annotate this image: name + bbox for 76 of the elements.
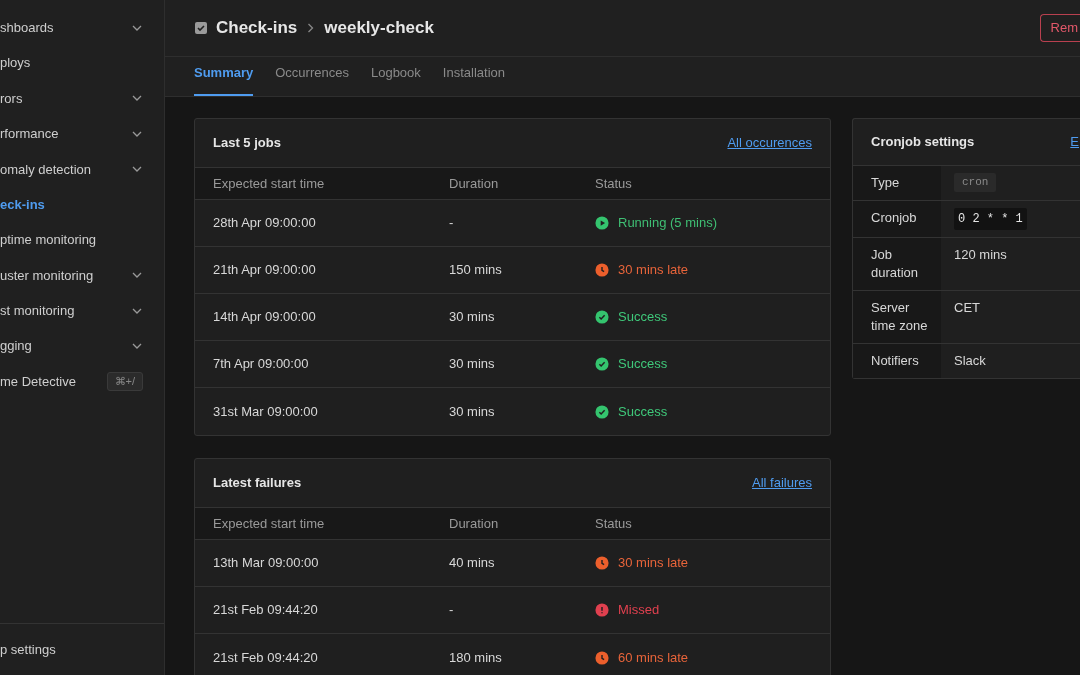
shortcut-key: ⌘+/ bbox=[106, 372, 143, 392]
sidebar-item[interactable]: p settings bbox=[0, 639, 56, 660]
status-text: 30 mins late bbox=[618, 554, 689, 573]
status-text: Running (5 mins) bbox=[618, 214, 717, 233]
status-text: Missed bbox=[618, 601, 660, 620]
row-label: Type bbox=[871, 174, 901, 192]
check-circle-icon bbox=[595, 404, 609, 419]
row-label: Cronjob bbox=[871, 209, 918, 227]
breadcrumb-link[interactable]: Check-ins bbox=[216, 15, 298, 41]
type-tag: cron bbox=[954, 173, 997, 192]
play-icon bbox=[595, 216, 609, 230]
table-cell-text: 30 mins bbox=[449, 308, 496, 327]
tab[interactable]: Summary bbox=[194, 62, 254, 96]
row-label: Server time zone bbox=[871, 299, 929, 335]
table-cell-text: 28th Apr 09:00:00 bbox=[213, 214, 317, 233]
page-title: weekly-check bbox=[324, 17, 434, 40]
remove-button[interactable]: Rem bbox=[1039, 14, 1080, 42]
card-title: Cronjob settings bbox=[871, 133, 975, 152]
checkbox-icon bbox=[195, 22, 207, 34]
status-text: 30 mins late bbox=[618, 261, 689, 280]
table-cell-text: 31st Mar 09:00:00 bbox=[213, 402, 319, 421]
sidebar-item[interactable]: rors bbox=[0, 88, 23, 109]
cron-expression: 0 2 * * 1 bbox=[954, 208, 1027, 230]
link[interactable]: All failures bbox=[752, 473, 812, 493]
table-cell-text: 13th Mar 09:00:00 bbox=[213, 554, 320, 573]
sidebar-item[interactable]: eck-ins bbox=[0, 194, 45, 215]
column-header: Status bbox=[595, 174, 633, 193]
column-header: Expected start time bbox=[213, 514, 326, 533]
table-cell-text: - bbox=[449, 214, 455, 233]
clock-icon bbox=[595, 263, 609, 277]
card-title: Last 5 jobs bbox=[213, 134, 281, 153]
alert-circle-icon bbox=[595, 603, 609, 617]
tab[interactable]: Installation bbox=[442, 62, 505, 96]
column-header: Status bbox=[595, 514, 633, 533]
sidebar-item[interactable]: shboards bbox=[0, 17, 54, 38]
tab[interactable]: Logbook bbox=[370, 62, 421, 96]
row-value: 120 mins bbox=[954, 246, 1007, 264]
row-value: Slack bbox=[954, 352, 986, 370]
card-title: Latest failures bbox=[213, 474, 302, 493]
status-text: Success bbox=[618, 402, 668, 421]
sidebar-item[interactable]: ploys bbox=[0, 53, 31, 73]
table-cell-text: 21th Apr 09:00:00 bbox=[213, 261, 317, 280]
column-header: Duration bbox=[449, 174, 500, 193]
sidebar-item[interactable]: ptime monitoring bbox=[0, 230, 97, 250]
check-circle-icon bbox=[595, 357, 609, 371]
table-cell-text: 21st Feb 09:44:20 bbox=[213, 601, 319, 620]
column-header: Expected start time bbox=[213, 174, 326, 193]
table-cell-text: - bbox=[449, 601, 455, 620]
table-cell-text: 150 mins bbox=[449, 261, 503, 280]
link[interactable]: All occurences bbox=[727, 133, 812, 153]
clock-icon bbox=[595, 650, 609, 665]
table-cell-text: 21st Feb 09:44:20 bbox=[213, 648, 319, 667]
table-cell-text: 14th Apr 09:00:00 bbox=[213, 308, 317, 327]
status-text: Success bbox=[618, 355, 668, 374]
status-text: Success bbox=[618, 308, 668, 327]
table-cell-text: 180 mins bbox=[449, 648, 503, 667]
row-label: Notifiers bbox=[871, 352, 920, 370]
table-cell-text: 30 mins bbox=[449, 355, 496, 374]
row-value: CET bbox=[954, 299, 980, 317]
table-cell-text: 30 mins bbox=[449, 402, 496, 421]
sidebar-item[interactable]: gging bbox=[0, 336, 32, 356]
sidebar-item[interactable]: omaly detection bbox=[0, 159, 92, 179]
chevron-right-icon bbox=[307, 23, 315, 33]
link[interactable]: E bbox=[1070, 132, 1079, 152]
check-circle-icon bbox=[595, 310, 609, 324]
column-header: Duration bbox=[449, 514, 500, 533]
status-text: 60 mins late bbox=[618, 648, 689, 667]
clock-icon bbox=[595, 556, 609, 570]
table-cell-text: 7th Apr 09:00:00 bbox=[213, 355, 310, 374]
table-cell-text: 40 mins bbox=[449, 554, 496, 573]
sidebar-item[interactable]: rformance bbox=[0, 124, 59, 144]
sidebar-item[interactable]: uster monitoring bbox=[0, 265, 94, 286]
row-label: Job duration bbox=[871, 246, 919, 282]
tab[interactable]: Occurrences bbox=[275, 62, 349, 96]
sidebar-item[interactable]: me Detective bbox=[0, 371, 76, 392]
sidebar-item[interactable]: st monitoring bbox=[0, 301, 75, 321]
